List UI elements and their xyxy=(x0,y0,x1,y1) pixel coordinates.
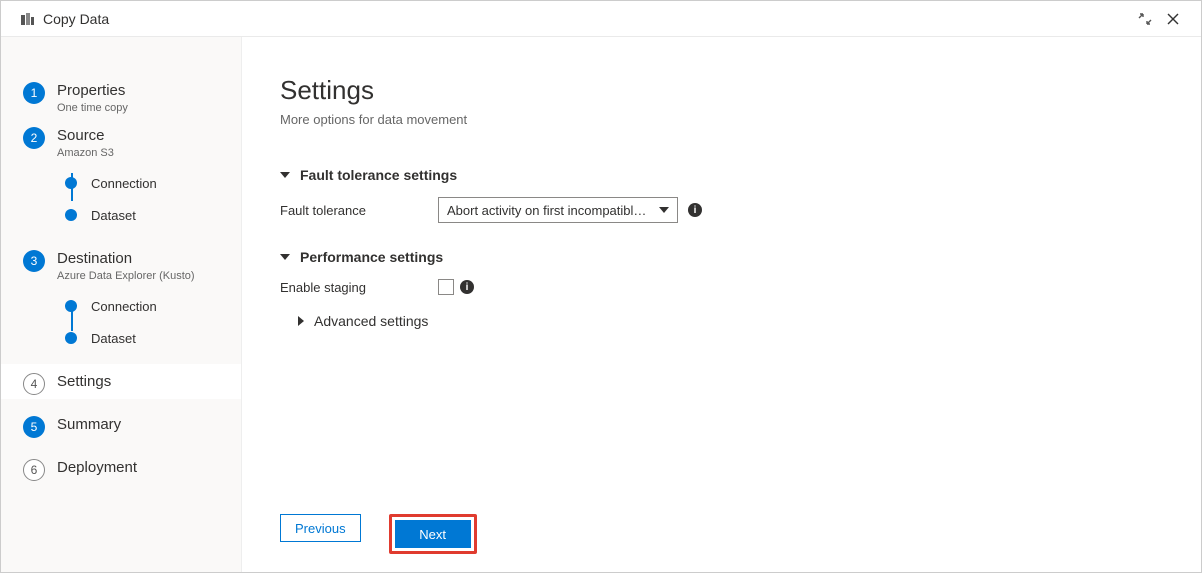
select-value: Abort activity on first incompatibl… xyxy=(447,203,651,218)
wizard-sidebar: 1 Properties One time copy 2 Source Amaz… xyxy=(1,37,241,572)
button-label: Next xyxy=(419,527,446,542)
substep-label: Dataset xyxy=(91,331,136,346)
button-label: Previous xyxy=(295,521,346,536)
substep-label: Connection xyxy=(91,176,157,191)
advanced-settings-toggle[interactable]: Advanced settings xyxy=(298,313,1201,329)
step-badge: 4 xyxy=(23,373,45,395)
page-title: Settings xyxy=(280,75,1201,106)
close-icon[interactable] xyxy=(1159,5,1187,33)
step-badge: 5 xyxy=(23,416,45,438)
substep-label: Connection xyxy=(91,299,157,314)
step-summary[interactable]: 5 Summary xyxy=(1,399,241,442)
fault-tolerance-label: Fault tolerance xyxy=(280,203,438,218)
substep-label: Dataset xyxy=(91,208,136,223)
step-source[interactable]: 2 Source Amazon S3 xyxy=(1,118,241,163)
step-sublabel: Amazon S3 xyxy=(57,147,114,159)
chevron-down-icon xyxy=(280,172,290,178)
section-title: Fault tolerance settings xyxy=(300,167,457,183)
step-label: Destination xyxy=(57,249,195,269)
step-badge: 6 xyxy=(23,459,45,481)
enable-staging-checkbox[interactable] xyxy=(438,279,454,295)
source-dataset[interactable]: Dataset xyxy=(65,199,241,231)
step-settings[interactable]: 4 Settings xyxy=(1,364,241,399)
minimize-restore-icon[interactable] xyxy=(1131,5,1159,33)
window-title: Copy Data xyxy=(43,11,109,27)
step-label: Properties xyxy=(57,81,128,101)
step-label: Summary xyxy=(57,415,121,435)
section-title: Performance settings xyxy=(300,249,443,265)
performance-section-toggle[interactable]: Performance settings xyxy=(280,249,1201,265)
previous-button[interactable]: Previous xyxy=(280,514,361,542)
content-area: 1 Properties One time copy 2 Source Amaz… xyxy=(1,37,1201,572)
fault-tolerance-section-toggle[interactable]: Fault tolerance settings xyxy=(280,167,1201,183)
chevron-down-icon xyxy=(659,207,669,213)
substep-dot-icon xyxy=(65,300,77,312)
advanced-settings-label: Advanced settings xyxy=(314,313,428,329)
step-label: Deployment xyxy=(57,458,137,478)
step-badge: 3 xyxy=(23,250,45,272)
destination-substeps: Connection Dataset xyxy=(1,286,241,364)
titlebar: Copy Data xyxy=(1,1,1201,37)
next-button[interactable]: Next xyxy=(395,520,471,548)
source-substeps: Connection Dataset xyxy=(1,163,241,241)
substep-dot-icon xyxy=(65,177,77,189)
info-icon[interactable]: i xyxy=(688,203,702,217)
fault-tolerance-select[interactable]: Abort activity on first incompatibl… xyxy=(438,197,678,223)
main-panel: Settings More options for data movement … xyxy=(241,37,1201,572)
enable-staging-label: Enable staging xyxy=(280,280,438,295)
substep-dot-icon xyxy=(65,209,77,221)
step-sublabel: Azure Data Explorer (Kusto) xyxy=(57,270,195,282)
highlight-annotation: Next xyxy=(389,514,477,554)
info-icon[interactable]: i xyxy=(460,280,474,294)
fault-tolerance-row: Fault tolerance Abort activity on first … xyxy=(280,197,1201,223)
destination-connection[interactable]: Connection xyxy=(65,290,241,322)
step-sublabel: One time copy xyxy=(57,102,128,114)
step-deployment[interactable]: 6 Deployment xyxy=(1,442,241,485)
destination-dataset[interactable]: Dataset xyxy=(65,322,241,354)
substep-dot-icon xyxy=(65,332,77,344)
chevron-down-icon xyxy=(280,254,290,260)
chevron-right-icon xyxy=(298,316,304,326)
step-label: Settings xyxy=(57,372,111,392)
step-label: Source xyxy=(57,126,114,146)
step-badge: 1 xyxy=(23,82,45,104)
wizard-footer: Previous Next xyxy=(280,514,477,554)
step-destination[interactable]: 3 Destination Azure Data Explorer (Kusto… xyxy=(1,241,241,286)
step-badge: 2 xyxy=(23,127,45,149)
page-subtitle: More options for data movement xyxy=(280,112,1201,127)
step-properties[interactable]: 1 Properties One time copy xyxy=(1,73,241,118)
copy-data-icon xyxy=(19,11,35,27)
source-connection[interactable]: Connection xyxy=(65,167,241,199)
enable-staging-row: Enable staging i xyxy=(280,279,1201,295)
